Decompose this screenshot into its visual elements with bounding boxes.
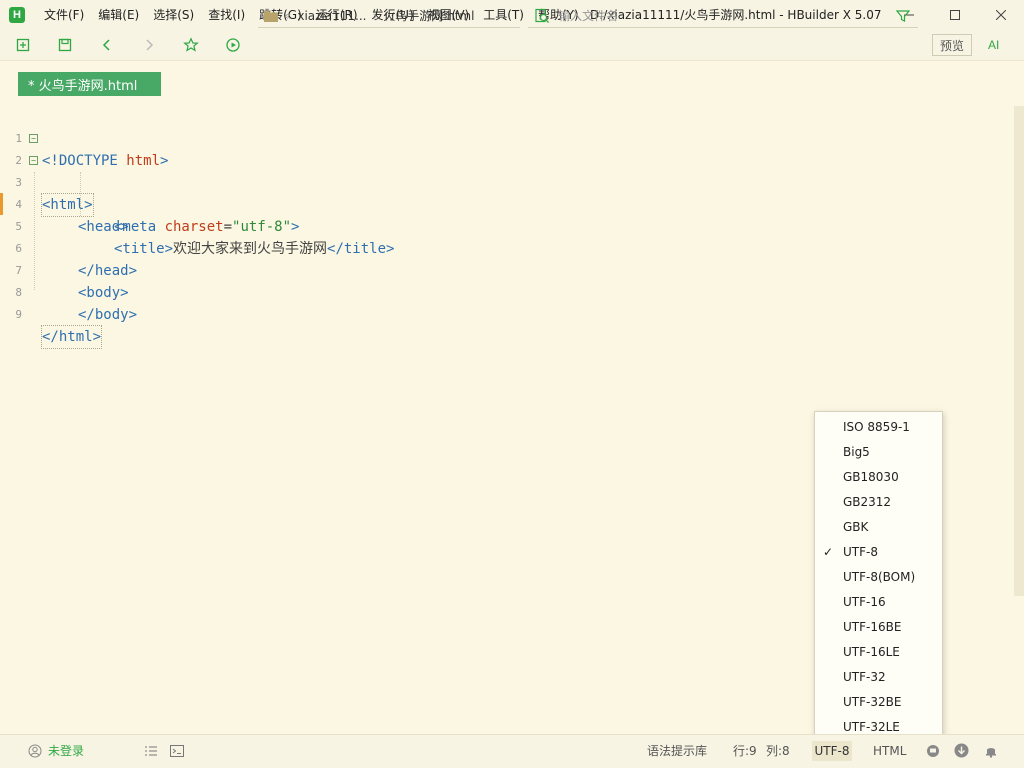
breadcrumb: « xiazia111... › 火鸟手游网.html <box>258 4 520 28</box>
close-button[interactable] <box>978 0 1024 30</box>
code-line: 3 − <head> <box>0 150 1000 235</box>
back-button[interactable] <box>92 32 122 58</box>
terminal-icon[interactable] <box>170 744 184 758</box>
code-line: 8 </body> <box>0 260 1000 323</box>
favorite-button[interactable] <box>176 32 206 58</box>
encoding-option-utf-8[interactable]: ✓ UTF-8 <box>815 540 942 565</box>
login-label: 未登录 <box>48 744 85 758</box>
outline-icon[interactable] <box>144 744 158 758</box>
syntax-hint-library[interactable]: 语法提示库 <box>647 735 707 767</box>
code-line: 2 − <html> <box>0 128 1000 217</box>
encoding-option-utf-16be[interactable]: UTF-16BE <box>815 615 942 640</box>
toolbar <box>0 30 1024 60</box>
save-icon <box>58 38 72 52</box>
new-file-icon <box>16 38 30 52</box>
app-logo-icon[interactable]: H <box>9 7 25 23</box>
option-label: UTF-8 <box>843 545 878 559</box>
encoding-option-utf-32[interactable]: UTF-32 <box>815 665 942 690</box>
option-label: UTF-32LE <box>843 720 900 734</box>
cursor-column[interactable]: 列:8 <box>766 735 790 767</box>
bell-icon[interactable] <box>984 744 998 758</box>
close-icon <box>996 10 1006 20</box>
filter-icon[interactable] <box>896 9 910 23</box>
cursor-row[interactable]: 行:9 <box>733 735 757 767</box>
code-token: </body> <box>78 307 138 323</box>
new-file-button[interactable] <box>8 32 38 58</box>
option-label: GB2312 <box>843 495 892 509</box>
checkmark-icon: ✓ <box>823 545 834 559</box>
fold-collapse-icon[interactable]: − <box>29 156 38 165</box>
code-token: </html> <box>42 329 102 345</box>
option-label: Big5 <box>843 445 870 459</box>
option-label: UTF-16 <box>843 595 886 609</box>
code-line: 1 <!DOCTYPE html> <box>0 106 1000 169</box>
maximize-button[interactable] <box>932 0 978 30</box>
run-button[interactable] <box>218 32 248 58</box>
breadcrumb-prefix: « <box>284 8 292 23</box>
chevron-right-icon <box>146 39 154 51</box>
user-icon <box>28 744 42 758</box>
download-icon[interactable] <box>954 743 969 758</box>
code-line: 5 <title>欢迎大家来到火鸟手游网</title> <box>0 194 1000 257</box>
option-label: UTF-16BE <box>843 620 902 634</box>
file-search-icon <box>535 8 549 23</box>
code-line: 6 </head> <box>0 216 1000 279</box>
menu-edit[interactable]: 编辑(E) <box>91 0 146 30</box>
option-label: UTF-8(BOM) <box>843 570 916 584</box>
option-label: UTF-32 <box>843 670 886 684</box>
save-button[interactable] <box>50 32 80 58</box>
ai-button[interactable]: AI <box>988 34 999 56</box>
chat-icon[interactable] <box>926 744 940 758</box>
breadcrumb-separator: › <box>372 8 378 23</box>
encoding-option-gb2312[interactable]: GB2312 <box>815 490 942 515</box>
option-label: UTF-32BE <box>843 695 902 709</box>
menu-select[interactable]: 选择(S) <box>146 0 201 30</box>
encoding-option-utf-16le[interactable]: UTF-16LE <box>815 640 942 665</box>
breadcrumb-folder[interactable]: xiazia111... <box>297 9 366 23</box>
encoding-option-iso-8859-1[interactable]: ISO 8859-1 <box>815 415 942 440</box>
play-circle-icon <box>226 38 240 52</box>
file-search-input[interactable] <box>558 8 888 23</box>
folder-icon[interactable] <box>264 10 278 22</box>
fold-collapse-icon[interactable]: − <box>29 134 38 143</box>
option-label: UTF-16LE <box>843 645 900 659</box>
editor-scrollbar[interactable] <box>1014 106 1024 596</box>
menu-file[interactable]: 文件(F) <box>37 0 91 30</box>
encoding-option-gb18030[interactable]: GB18030 <box>815 465 942 490</box>
login-status[interactable]: 未登录 <box>28 735 84 767</box>
star-icon <box>183 37 199 52</box>
encoding-option-big5[interactable]: Big5 <box>815 440 942 465</box>
encoding-status[interactable]: UTF-8 <box>812 741 852 761</box>
file-search-box <box>528 4 918 28</box>
modified-line-marker <box>0 193 3 215</box>
maximize-icon <box>950 10 960 20</box>
line-number: 9 <box>15 308 22 321</box>
code-line: 9 </html> <box>0 282 1000 349</box>
code-line: 7 <body> <box>0 238 1000 301</box>
breadcrumb-file[interactable]: 火鸟手游网.html <box>383 7 474 24</box>
encoding-option-utf-32be[interactable]: UTF-32BE <box>815 690 942 715</box>
chevron-left-icon <box>102 39 110 51</box>
language-mode[interactable]: HTML <box>873 735 906 767</box>
encoding-dropdown-menu: ISO 8859-1 Big5 GB18030 GB2312 GBK ✓ UTF… <box>814 411 943 742</box>
code-line: 4 <meta charset="utf-8"> <box>0 172 1000 235</box>
forward-button[interactable] <box>134 32 164 58</box>
option-label: GB18030 <box>843 470 899 484</box>
encoding-option-utf-16[interactable]: UTF-16 <box>815 590 942 615</box>
status-bar: 未登录 语法提示库 行:9 列:8 UTF-8 HTML <box>0 734 1024 768</box>
tab-active-file[interactable]: * 火鸟手游网.html <box>18 72 161 96</box>
encoding-option-gbk[interactable]: GBK <box>815 515 942 540</box>
preview-button[interactable]: 预览 <box>932 34 972 56</box>
menu-find[interactable]: 查找(I) <box>201 0 252 30</box>
encoding-option-utf-8-bom[interactable]: UTF-8(BOM) <box>815 565 942 590</box>
option-label: GBK <box>843 520 869 534</box>
option-label: ISO 8859-1 <box>843 420 910 434</box>
tab-bar: * 火鸟手游网.html <box>0 60 1024 98</box>
